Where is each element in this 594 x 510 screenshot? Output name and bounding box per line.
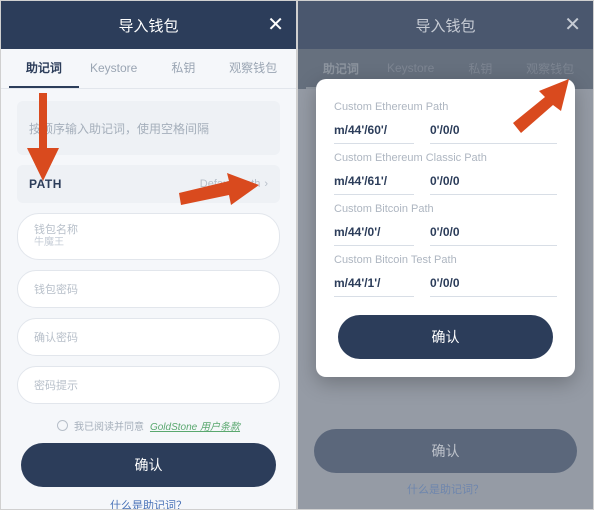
wallet-name-label: 钱包名称 xyxy=(34,224,78,237)
confirm-password-field[interactable]: 确认密码 xyxy=(17,318,280,356)
path-row-eth: m/44'/60'/ 0'/0/0 xyxy=(334,117,557,144)
path-prefix-input[interactable]: m/44'/61'/ xyxy=(334,168,414,195)
tab-watch[interactable]: 观察钱包 xyxy=(218,49,288,88)
path-suffix-input[interactable]: 0'/0/0 xyxy=(430,117,557,144)
help-link-dimmed: 什么是助记词？ xyxy=(298,481,593,497)
path-suffix-input[interactable]: 0'/0/0 xyxy=(430,219,557,246)
phone-right: 导入钱包 ✕ 助记词 Keystore 私钥 观察钱包 确认 什么是助记词？ C… xyxy=(297,0,594,510)
chevron-right-icon: › xyxy=(264,178,268,190)
path-modal: Custom Ethereum Path m/44'/60'/ 0'/0/0 C… xyxy=(316,79,575,377)
path-group-title: Custom Ethereum Path xyxy=(334,101,557,113)
close-icon[interactable]: ✕ xyxy=(564,15,581,35)
terms-row: 我已阅读并同意 GoldStone 用户条款 xyxy=(17,418,280,433)
confirm-button-dimmed: 确认 xyxy=(314,429,577,473)
wallet-name-field[interactable]: 钱包名称 牛魔王 xyxy=(17,213,280,260)
path-label: PATH xyxy=(29,177,62,191)
password-hint-label: 密码提示 xyxy=(34,377,78,393)
path-suffix-input[interactable]: 0'/0/0 xyxy=(430,168,557,195)
wallet-password-label: 钱包密码 xyxy=(34,281,78,297)
path-row-btc: m/44'/0'/ 0'/0/0 xyxy=(334,219,557,246)
path-value: Default Path xyxy=(200,178,261,190)
wallet-password-field[interactable]: 钱包密码 xyxy=(17,270,280,308)
page-title: 导入钱包 xyxy=(415,15,475,36)
terms-checkbox[interactable] xyxy=(57,420,68,431)
path-selector[interactable]: PATH Default Path › xyxy=(17,165,280,203)
terms-text: 我已阅读并同意 xyxy=(74,418,144,433)
phone-left: 导入钱包 ✕ 助记词 Keystore 私钥 观察钱包 按顺序输入助记词，使用空… xyxy=(0,0,297,510)
tab-mnemonic[interactable]: 助记词 xyxy=(9,49,79,88)
tab-privatekey[interactable]: 私钥 xyxy=(149,49,219,88)
page-title: 导入钱包 xyxy=(118,15,178,36)
modal-confirm-button[interactable]: 确认 xyxy=(338,315,553,359)
header: 导入钱包 ✕ xyxy=(1,1,296,49)
path-prefix-input[interactable]: m/44'/0'/ xyxy=(334,219,414,246)
path-suffix-input[interactable]: 0'/0/0 xyxy=(430,270,557,297)
path-row-etc: m/44'/61'/ 0'/0/0 xyxy=(334,168,557,195)
path-group-title: Custom Bitcoin Test Path xyxy=(334,254,557,266)
wallet-name-value: 牛魔王 xyxy=(34,237,78,249)
content: 按顺序输入助记词，使用空格间隔 PATH Default Path › 钱包名称… xyxy=(1,89,296,510)
close-icon[interactable]: ✕ xyxy=(267,15,284,35)
path-row-btc-test: m/44'/1'/ 0'/0/0 xyxy=(334,270,557,297)
path-prefix-input[interactable]: m/44'/60'/ xyxy=(334,117,414,144)
header: 导入钱包 ✕ xyxy=(298,1,593,49)
path-prefix-input[interactable]: m/44'/1'/ xyxy=(334,270,414,297)
path-group-title: Custom Ethereum Classic Path xyxy=(334,152,557,164)
password-hint-field[interactable]: 密码提示 xyxy=(17,366,280,404)
tab-keystore[interactable]: Keystore xyxy=(79,51,149,87)
help-link[interactable]: 什么是助记词？ xyxy=(17,497,280,510)
confirm-button[interactable]: 确认 xyxy=(21,443,276,487)
path-group-title: Custom Bitcoin Path xyxy=(334,203,557,215)
tabs: 助记词 Keystore 私钥 观察钱包 xyxy=(1,49,296,89)
confirm-password-label: 确认密码 xyxy=(34,329,78,345)
mnemonic-placeholder: 按顺序输入助记词，使用空格间隔 xyxy=(29,120,209,137)
terms-link[interactable]: GoldStone 用户条款 xyxy=(150,418,240,433)
mnemonic-input[interactable]: 按顺序输入助记词，使用空格间隔 xyxy=(17,101,280,155)
